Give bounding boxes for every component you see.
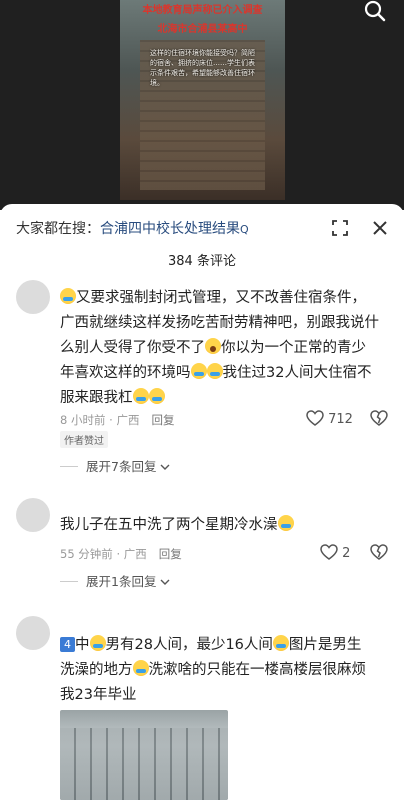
chevron-down-icon	[160, 579, 170, 585]
reply-button[interactable]: 回复	[151, 413, 174, 427]
expand-replies-button[interactable]: 展开7条回复	[60, 456, 170, 475]
avatar[interactable]	[16, 498, 50, 532]
comment-meta: 55 分钟前 · 广西 回复	[60, 546, 182, 562]
search-suggestion-term: 合浦四中校长处理结果	[100, 221, 240, 237]
video-frame: 本地教育局声称已介入调查 北海市合浦县某高中 这样的住宿环境你能接受吗？简陋的宿…	[120, 0, 285, 200]
comment-text: 我儿子在五中洗了两个星期冷水澡	[60, 513, 390, 538]
sheet-header: 大家都在搜：合浦四中校长处理结果Q	[0, 204, 404, 250]
video-headline-1: 本地教育局声称已介入调查	[142, 5, 263, 16]
shocked-emoji-icon	[205, 338, 221, 354]
chevron-down-icon	[160, 464, 170, 470]
heart-icon	[320, 544, 338, 560]
avatar[interactable]	[16, 280, 50, 314]
like-button[interactable]: 712	[306, 410, 353, 427]
crying-laughing-emoji-icon	[60, 288, 76, 304]
expand-icon[interactable]	[330, 218, 350, 238]
divider	[60, 466, 78, 467]
crying-laughing-emoji-icon	[132, 660, 149, 676]
reply-button[interactable]: 回复	[159, 547, 182, 561]
search-suggestion[interactable]: 大家都在搜：合浦四中校长处理结果Q	[16, 218, 249, 238]
crying-laughing-emoji-icon	[190, 363, 207, 379]
comment-count: 384 条评论	[168, 254, 236, 269]
dislike-broken-heart-icon[interactable]	[370, 544, 388, 560]
search-suggestion-prefix: 大家都在搜：	[16, 221, 100, 237]
author-liked-tag: 作者赞过	[60, 431, 108, 448]
crying-laughing-emoji-icon	[132, 388, 149, 404]
search-suggestion-icon: Q	[240, 223, 249, 236]
crying-laughing-emoji-icon	[148, 388, 165, 404]
comment-text: 又要求强制封闭式管理，又不改善住宿条件， 广西就继续这样发扬吃苦耐劳精神吧，别跟…	[60, 288, 379, 406]
comment-time: 8 小时前 · 广西	[60, 413, 140, 427]
comment-text: 4 中男有28人间，最少16人间 图片是男生 洗澡的地方 洗漱啥的只能在一楼高楼层很麻…	[60, 635, 366, 703]
divider	[60, 581, 78, 582]
comment-time: 55 分钟前 · 广西	[60, 547, 147, 561]
keycap-number-badge: 4	[60, 637, 75, 652]
like-count: 712	[328, 412, 353, 427]
like-button[interactable]: 2	[320, 544, 350, 561]
video-overlay-text: 这样的住宿环境你能接受吗？简陋的宿舍、拥挤的床位……学生们表示条件艰苦，希望能够…	[150, 49, 255, 87]
comment-meta: 8 小时前 · 广西 回复	[60, 412, 174, 428]
crying-laughing-emoji-icon	[272, 635, 289, 651]
heart-icon	[306, 410, 324, 426]
avatar[interactable]	[16, 616, 50, 650]
dislike-broken-heart-icon[interactable]	[370, 410, 388, 426]
crying-laughing-emoji-icon	[206, 363, 223, 379]
like-count: 2	[342, 546, 351, 561]
expand-replies-button[interactable]: 展开1条回复	[60, 571, 170, 590]
close-icon[interactable]	[370, 218, 390, 238]
crying-laughing-emoji-icon	[89, 635, 106, 651]
search-icon[interactable]	[364, 0, 386, 22]
crying-laughing-emoji-icon	[277, 515, 294, 531]
video-player[interactable]: 本地教育局声称已介入调查 北海市合浦县某高中 这样的住宿环境你能接受吗？简陋的宿…	[0, 0, 404, 210]
video-headline-2: 北海市合浦县某高中	[157, 24, 248, 35]
comment-image[interactable]	[60, 710, 228, 800]
bathroom-photo	[60, 728, 228, 800]
